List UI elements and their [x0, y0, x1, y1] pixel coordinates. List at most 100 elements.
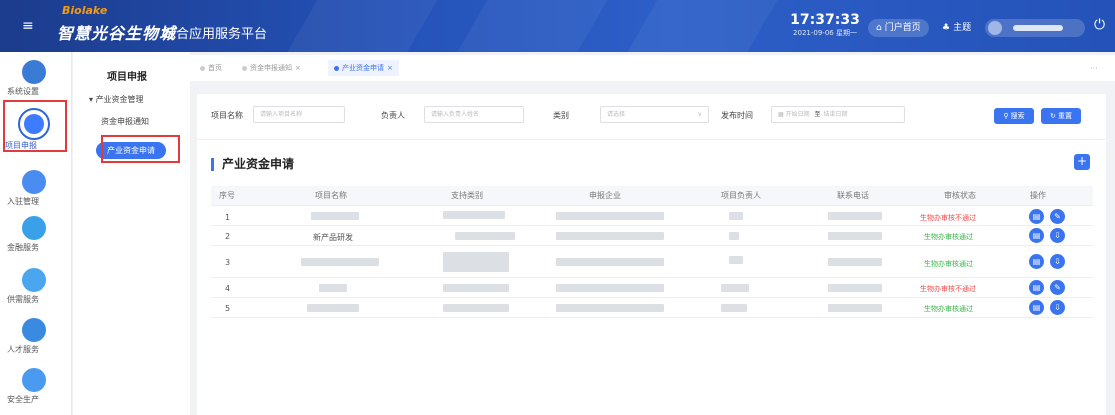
cell-no: 4	[225, 284, 231, 293]
rail-item-supply[interactable]: 供需服务	[0, 264, 72, 310]
table-header: 序号 项目名称 支持类别 申报企业 项目负责人 联系电话 审核状态 操作	[211, 186, 1093, 206]
col-header: 项目名称	[315, 191, 347, 200]
safety-icon	[22, 368, 46, 392]
rail-label: 人才服务	[7, 345, 39, 354]
status-badge: 生物办审核不通过	[920, 214, 976, 222]
redacted-phone	[828, 212, 882, 220]
sub-group-fund[interactable]: ▾ 产业资金管理	[89, 94, 144, 105]
filter-type-label: 类别	[553, 111, 569, 120]
redacted-phone	[828, 258, 882, 266]
view-icon[interactable]: ▤	[1029, 254, 1044, 269]
redacted-phone	[828, 232, 882, 240]
redacted-owner	[729, 232, 739, 240]
download-icon[interactable]: ⇩	[1050, 254, 1065, 269]
cell-no: 5	[225, 304, 231, 313]
tab-apply[interactable]: 产业资金申请 ×	[328, 60, 399, 76]
date-range-picker[interactable]: ▦ 开始日期 至结束日期	[771, 106, 905, 123]
rail-item-safety[interactable]: 安全生产	[0, 364, 72, 410]
portal-home-label: 门户首页	[884, 23, 921, 33]
table-row[interactable]: 5 生物办审核通过 ▤ ⇩	[211, 298, 1093, 318]
table-row[interactable]: 4 生物办审核不通过 ▤ ✎	[211, 278, 1093, 298]
cell-no: 1	[225, 213, 231, 222]
tab-label: 产业资金申请	[342, 64, 384, 72]
rail-item-finance[interactable]: 金融服务	[0, 212, 72, 258]
calendar-icon: ▦	[778, 111, 786, 118]
filter-owner-label: 负责人	[381, 111, 405, 120]
view-icon[interactable]: ▤	[1029, 228, 1044, 243]
reset-icon: ↻	[1049, 112, 1059, 120]
redacted-name	[311, 212, 359, 220]
table-row[interactable]: 2 新产品研发 生物办审核通过 ▤ ⇩	[211, 226, 1093, 246]
highlight-box-rail	[3, 100, 67, 152]
owner-input[interactable]: 请输入负责人姓名	[424, 106, 524, 123]
view-icon[interactable]: ▤	[1029, 300, 1044, 315]
sub-link-notice[interactable]: 资金申报通知	[101, 116, 149, 127]
theme-label: 主题	[953, 23, 972, 33]
settle-icon	[22, 170, 46, 194]
col-header: 联系电话	[837, 191, 869, 200]
portal-home-button[interactable]: ⌂ 门户首页	[868, 19, 929, 37]
finance-icon	[22, 216, 46, 240]
cell-no: 2	[225, 232, 231, 241]
project-name-input[interactable]: 请输入项目名称	[253, 106, 345, 123]
col-header: 审核状态	[944, 191, 976, 200]
status-badge: 生物办审核通过	[924, 305, 973, 313]
rail-item-settle[interactable]: 入驻管理	[0, 166, 72, 212]
tab-notice[interactable]: 资金申报通知 ×	[236, 60, 307, 76]
redacted-company	[556, 284, 664, 292]
filter-bar: 项目名称 请输入项目名称 负责人 请输入负责人姓名 类别 请选择 ∨ 发布时间 …	[197, 94, 1106, 139]
date-separator: 至	[814, 111, 821, 118]
date-start: 开始日期	[785, 111, 810, 118]
user-name-redacted	[1013, 25, 1063, 31]
filter-name-label: 项目名称	[211, 111, 243, 120]
theme-button[interactable]: ♣ 主题	[934, 19, 979, 37]
close-icon[interactable]: ×	[295, 64, 301, 72]
col-header: 项目负责人	[721, 191, 761, 200]
rail-item-system[interactable]: 系统设置	[0, 56, 72, 102]
redacted-owner	[729, 212, 743, 220]
redacted-company	[556, 258, 664, 266]
tab-dot	[242, 65, 247, 71]
redacted-company	[556, 304, 664, 312]
brand-subtitle: 综合应用服务平台	[163, 27, 268, 42]
category-select-placeholder: 请选择	[607, 111, 626, 118]
user-chip[interactable]	[985, 19, 1085, 37]
power-icon[interactable]: ⏻	[1094, 17, 1105, 33]
rail-label: 金融服务	[7, 243, 39, 252]
view-icon[interactable]: ▤	[1029, 280, 1044, 295]
table-row[interactable]: 3 生物办审核通过 ▤ ⇩	[211, 246, 1093, 278]
download-icon[interactable]: ⇩	[1050, 300, 1065, 315]
clock-date: 2021-09-06 星期一	[793, 29, 857, 37]
sub-sidebar-title: 项目申报	[107, 72, 147, 83]
highlight-box-subnav	[101, 135, 180, 163]
reset-button[interactable]: ↻ 重置	[1041, 108, 1081, 124]
redacted-category	[443, 252, 509, 272]
menu-collapse-icon[interactable]: ≡	[22, 19, 38, 33]
top-header: ≡ Biolake 智慧光谷生物城 综合应用服务平台 17:37:33 2021…	[0, 0, 1115, 52]
redacted-name	[307, 304, 359, 312]
clock-time: 17:37:33	[790, 12, 860, 28]
view-icon[interactable]: ▤	[1029, 209, 1044, 224]
home-icon: ⌂	[876, 23, 882, 33]
category-select[interactable]: 请选择 ∨	[600, 106, 709, 123]
rail-item-talent[interactable]: 人才服务	[0, 314, 72, 360]
table-row[interactable]: 1 生物办审核不通过 ▤ ✎	[211, 207, 1093, 226]
add-button[interactable]: +	[1074, 154, 1090, 170]
status-badge: 生物办审核通过	[924, 233, 973, 241]
redacted-owner	[721, 284, 749, 292]
tab-home[interactable]: 首页	[194, 60, 228, 76]
search-button[interactable]: ⚲ 搜索	[994, 108, 1034, 124]
search-label: 搜索	[1010, 112, 1025, 120]
close-icon[interactable]: ×	[387, 64, 393, 72]
edit-icon[interactable]: ✎	[1050, 280, 1065, 295]
redacted-name	[319, 284, 347, 292]
download-icon[interactable]: ⇩	[1050, 228, 1065, 243]
redacted-owner	[721, 304, 747, 312]
divider	[197, 139, 1106, 140]
edit-icon[interactable]: ✎	[1050, 209, 1065, 224]
rail-label: 供需服务	[7, 295, 39, 304]
talent-icon	[22, 318, 46, 342]
more-icon[interactable]: ···	[1090, 64, 1098, 73]
sub-group-label: 产业资金管理	[95, 95, 144, 104]
redacted-category	[443, 304, 509, 312]
